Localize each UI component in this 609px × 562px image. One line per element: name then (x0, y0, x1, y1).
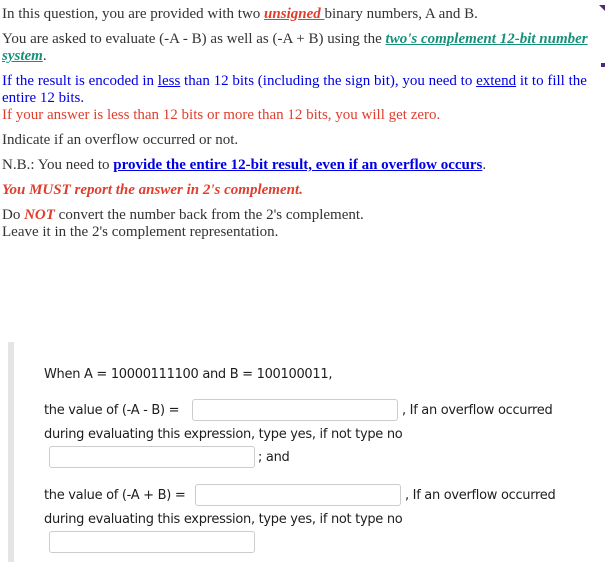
q2-label: the value of (-A + B) = (44, 488, 186, 503)
q1-overflow-prompt: during evaluating this expression, type … (44, 427, 403, 442)
instruction-unsigned: In this question, you are provided with … (2, 6, 478, 22)
instruction-extend: If the result is encoded in less than 12… (2, 73, 587, 106)
emphasis-extend: extend (476, 73, 517, 89)
instruction-zero-warning: If your answer is less than 12 bits or m… (2, 107, 441, 123)
instruction-must-report: You MUST report the answer in 2's comple… (2, 182, 303, 198)
question-instructions: In this question, you are provided with … (2, 6, 607, 241)
q1-overflow-input[interactable] (49, 446, 255, 468)
q1-overflow-suffix: , If an overflow occurred (402, 403, 553, 418)
emphasis-not: NOT (24, 207, 55, 223)
given-values: When A = 10000111100 and B = 100100011, (44, 367, 333, 382)
instruction-nb: N.B.: You need to provide the entire 12-… (2, 157, 487, 173)
emphasis-unsigned: unsigned (264, 6, 325, 22)
instruction-overflow: Indicate if an overflow occurred or not. (2, 132, 239, 148)
q1-answer-input[interactable] (192, 399, 398, 421)
q2-overflow-input[interactable] (49, 531, 255, 553)
q2-overflow-suffix: , If an overflow occurred (405, 488, 556, 503)
q2-overflow-prompt: during evaluating this expression, type … (44, 512, 403, 527)
instruction-evaluate: You are asked to evaluate (-A - B) as we… (2, 31, 588, 64)
emphasis-entire-result: provide the entire 12-bit result, even i… (113, 157, 483, 173)
q2-answer-input[interactable] (195, 484, 401, 506)
question-box: When A = 10000111100 and B = 100100011, … (8, 342, 609, 562)
q1-label: the value of (-A - B) = (44, 403, 180, 418)
instruction-leave-it: Leave it in the 2's complement represent… (2, 224, 279, 240)
emphasis-less: less (157, 73, 181, 89)
instruction-do-not-convert: Do NOT convert the number back from the … (2, 207, 364, 223)
and-label: ; and (258, 450, 290, 465)
